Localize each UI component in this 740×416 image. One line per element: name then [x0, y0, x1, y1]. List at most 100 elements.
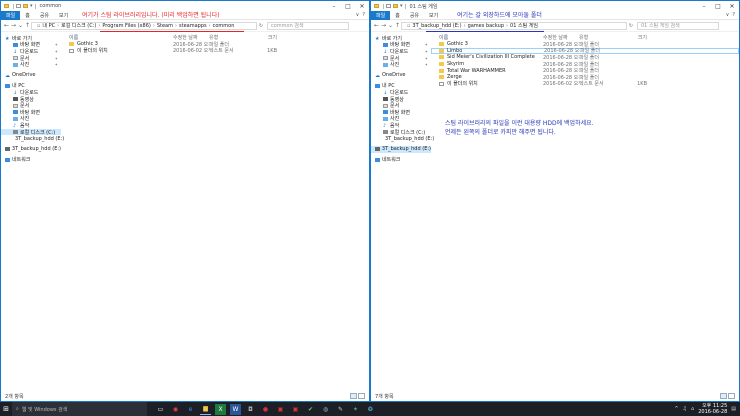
forward-arrow-icon[interactable]: →	[380, 22, 387, 29]
tab-share[interactable]: 공유	[405, 12, 424, 19]
chevron-down-icon[interactable]: ▾	[30, 3, 33, 9]
nav-item-pictures[interactable]: 사진	[1, 116, 61, 122]
chevron-right-icon[interactable]: ›	[506, 23, 508, 29]
chevron-down-icon[interactable]: ∨	[356, 12, 360, 18]
breadcrumb-segment[interactable]: 내 PC	[42, 23, 55, 29]
task-view-icon[interactable]: ▭	[155, 404, 166, 415]
file-row[interactable]: 이 폴더의 위치 2016-06-02 오전... 텍스트 문서 1KB	[431, 81, 739, 87]
nav-item-pictures[interactable]: 사진 ✦	[371, 61, 431, 68]
nav-item-documents[interactable]: 문서 ✦	[371, 55, 431, 62]
column-date[interactable]: 수정한 날짜	[543, 34, 579, 41]
properties-icon[interactable]	[16, 4, 21, 8]
column-type[interactable]: 유형	[579, 34, 617, 41]
app-icon[interactable]: ▣	[290, 404, 301, 415]
column-name[interactable]: 이름	[61, 34, 173, 41]
chrome-icon[interactable]: ◉	[170, 404, 181, 415]
forward-arrow-icon[interactable]: →	[10, 22, 17, 29]
nav-item-desktop[interactable]: 바탕 화면	[371, 109, 431, 116]
nav-item-local-disk[interactable]: 로컬 디스크 (C:)	[1, 128, 61, 136]
nav-backup-drive[interactable]: 3T_backup_hdd (E:)	[371, 145, 431, 153]
breadcrumb-segment[interactable]: Program Files (x86)	[102, 23, 150, 29]
nav-network[interactable]: 네트워크	[1, 157, 61, 163]
app-icon[interactable]: ✎	[335, 404, 346, 415]
column-size[interactable]: 크기	[617, 34, 647, 41]
maximize-button[interactable]: □	[341, 1, 355, 11]
up-arrow-icon[interactable]: ↑	[394, 22, 401, 29]
title-bar[interactable]: ▾ 01 스팀 게임 – □ ✕	[371, 1, 739, 11]
notifications-icon[interactable]: ▤	[731, 406, 736, 412]
nav-item-videos[interactable]: 동영상	[371, 96, 431, 103]
column-type[interactable]: 유형	[209, 34, 247, 41]
minimize-button[interactable]: –	[327, 1, 341, 11]
minimize-button[interactable]: –	[697, 1, 711, 11]
network-icon[interactable]: ⌂	[691, 406, 694, 412]
excel-icon[interactable]: X	[215, 403, 226, 415]
taskbar-search[interactable]: ⌕ 웹 및 Windows 검색	[12, 402, 147, 416]
nav-onedrive[interactable]: ☁ OneDrive	[1, 72, 61, 79]
search-input[interactable]: common 검색	[267, 21, 349, 30]
app-icon[interactable]: ▣	[275, 404, 286, 415]
start-button[interactable]: ⊞	[0, 405, 12, 413]
close-button[interactable]: ✕	[355, 1, 369, 11]
nav-item-videos[interactable]: 동영상	[1, 96, 61, 103]
tab-share[interactable]: 공유	[35, 12, 54, 19]
chevron-right-icon[interactable]: ›	[464, 23, 466, 29]
address-bar[interactable]: ▫ 내 PC › 로컬 디스크 (C:) › Program Files (x86)…	[31, 21, 257, 30]
large-icons-view-icon[interactable]	[358, 393, 365, 399]
refresh-icon[interactable]: ↻	[257, 23, 265, 29]
nav-network[interactable]: 네트워크	[371, 157, 431, 163]
app-icon[interactable]: ❂	[365, 404, 376, 415]
app-icon[interactable]: ◍	[320, 404, 331, 415]
nav-backup-drive[interactable]: 3T_backup_hdd (E:)	[1, 146, 61, 153]
properties-icon[interactable]	[386, 4, 391, 8]
chevron-right-icon[interactable]: ›	[153, 23, 155, 29]
large-icons-view-icon[interactable]	[728, 393, 735, 399]
close-button[interactable]: ✕	[725, 1, 739, 11]
tab-home[interactable]: 홈	[390, 12, 405, 19]
back-arrow-icon[interactable]: ←	[3, 22, 10, 29]
app-icon[interactable]: ✦	[350, 404, 361, 415]
help-icon[interactable]: ?	[362, 12, 365, 18]
breadcrumb-segment[interactable]: 01 스팀 게임	[510, 23, 538, 29]
chevron-right-icon[interactable]: ›	[57, 23, 59, 29]
refresh-icon[interactable]: ↻	[627, 23, 635, 29]
maximize-button[interactable]: □	[711, 1, 725, 11]
file-row[interactable]: 이 폴더의 위치 2016-06-02 오전... 텍스트 문서 1KB	[61, 48, 369, 54]
nav-item-local-disk[interactable]: 로컬 디스크 (C:)	[371, 129, 431, 136]
tab-home[interactable]: 홈	[20, 12, 35, 19]
chevron-up-icon[interactable]: ^	[674, 406, 678, 412]
nav-item-downloads[interactable]: ↓ 다운로드 ✦	[1, 48, 61, 56]
media-player-icon[interactable]: ●	[260, 404, 271, 415]
edge-icon[interactable]: e	[185, 404, 196, 415]
word-icon[interactable]: W	[230, 403, 241, 415]
tab-view[interactable]: 보기	[54, 12, 73, 19]
details-view-icon[interactable]	[350, 393, 357, 399]
camera-icon[interactable]: ◘	[245, 404, 256, 415]
clock[interactable]: 오후 11:25 2016-06-28	[698, 403, 727, 415]
app-icon[interactable]: ✔	[305, 404, 316, 415]
chevron-down-icon[interactable]: ∨	[726, 12, 730, 18]
details-view-icon[interactable]	[720, 393, 727, 399]
nav-item-desktop[interactable]: 바탕 화면	[1, 109, 61, 116]
file-explorer-icon[interactable]: ▆	[200, 404, 211, 415]
address-bar[interactable]: ▫ 3T_backup_hdd (E:) › games backup › 01 스…	[401, 21, 627, 30]
nav-item-documents[interactable]: 문서 ✦	[1, 55, 61, 62]
nav-item-pictures[interactable]: 사진	[371, 116, 431, 122]
up-arrow-icon[interactable]: ↑	[24, 22, 31, 29]
breadcrumb-segment[interactable]: games backup	[468, 23, 504, 29]
help-icon[interactable]: ?	[732, 12, 735, 18]
volume-icon[interactable]: ♫	[683, 406, 687, 412]
chevron-right-icon[interactable]: ›	[175, 23, 177, 29]
nav-item-pictures[interactable]: 사진 ✦	[1, 61, 61, 68]
breadcrumb-segment[interactable]: 3T_backup_hdd (E:)	[412, 23, 461, 29]
column-size[interactable]: 크기	[247, 34, 277, 41]
column-date[interactable]: 수정한 날짜	[173, 34, 209, 41]
chevron-right-icon[interactable]: ›	[209, 23, 211, 29]
breadcrumb-segment[interactable]: 로컬 디스크 (C:)	[61, 23, 96, 29]
chevron-right-icon[interactable]: ›	[98, 23, 100, 29]
tab-file[interactable]: 파일	[371, 10, 391, 20]
column-name[interactable]: 이름	[431, 34, 543, 41]
nav-onedrive[interactable]: ☁ OneDrive	[371, 72, 431, 79]
nav-item-backup-drive[interactable]: 3T_backup_hdd (E:)	[1, 135, 64, 142]
breadcrumb-segment[interactable]: common	[213, 23, 235, 29]
